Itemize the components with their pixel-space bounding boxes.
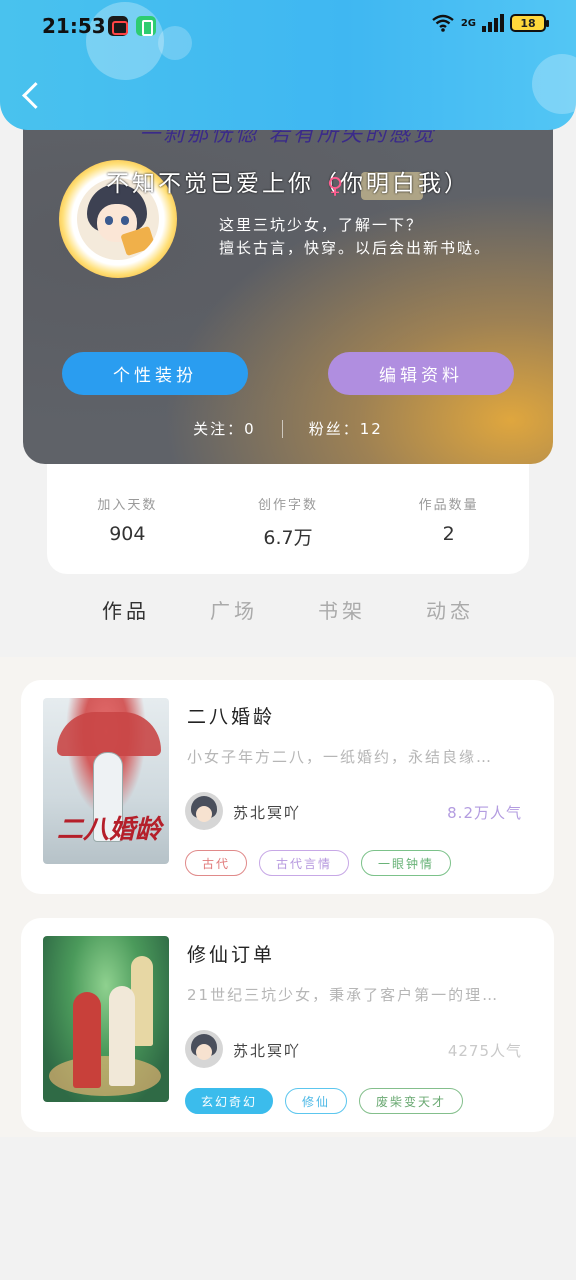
stat-value: 2 xyxy=(442,523,455,545)
book-description: 小女子年方二八，一纸婚约，永结良缘… xyxy=(187,748,494,766)
stat-work-count: 作品数量 2 xyxy=(389,494,509,574)
profile-bio: 这里三坑少女，了解一下？ 擅长古言，快穿。以后会出新书哒。 xyxy=(219,214,491,260)
book-popularity: 4275人气 xyxy=(447,1042,522,1060)
book-cover[interactable] xyxy=(43,936,169,1102)
status-indicators: 2G 18 xyxy=(431,14,549,32)
stat-join-days: 加入天数 904 xyxy=(67,494,187,574)
following-count[interactable]: 关注：0 xyxy=(193,418,256,439)
app-notification-icon xyxy=(136,16,156,36)
female-icon: ♀ xyxy=(327,174,344,199)
follow-stats: 关注：0 粉丝：12 xyxy=(23,418,553,439)
book-tag[interactable]: 修仙 xyxy=(285,1088,347,1114)
author-avatar[interactable] xyxy=(185,1030,223,1068)
book-tag[interactable]: 废柴变天才 xyxy=(359,1088,463,1114)
stat-label: 作品数量 xyxy=(418,498,479,513)
network-type: 2G xyxy=(460,17,476,29)
back-icon[interactable] xyxy=(20,78,44,112)
book-cover[interactable]: 二八婚龄 xyxy=(43,698,169,864)
stat-label: 创作字数 xyxy=(257,498,318,513)
book-tag[interactable]: 古代 xyxy=(185,850,247,876)
book-card[interactable]: 修仙订单 21世纪三坑少女，秉承了客户第一的理… 苏北冥吖 4275人气 玄幻奇… xyxy=(21,918,554,1132)
book-popularity: 8.2万人气 xyxy=(447,804,522,822)
decor-bubble xyxy=(158,26,192,60)
book-description: 21世纪三坑少女，秉承了客户第一的理… xyxy=(187,986,500,1004)
tab-square[interactable]: 广场 xyxy=(210,595,258,657)
book-tag[interactable]: 古代言情 xyxy=(259,850,349,876)
author-name[interactable]: 苏北冥吖 xyxy=(233,1040,301,1061)
stat-value: 6.7万 xyxy=(263,527,313,549)
profile-card: 一刹那恍惚 若有所失的感觉 不知不觉已爱上你（你明白我） ♀ 这里三坑少女，了解… xyxy=(23,100,553,464)
cover-title: 二八婚龄 xyxy=(57,815,162,845)
dress-up-button[interactable]: 个性装扮 xyxy=(62,352,248,395)
book-tag[interactable]: 一眼钟情 xyxy=(361,850,451,876)
author-name[interactable]: 苏北冥吖 xyxy=(233,802,301,823)
wifi-icon xyxy=(431,14,455,32)
fans-count[interactable]: 粉丝：12 xyxy=(309,418,383,439)
bio-line: 擅长古言，快穿。以后会出新书哒。 xyxy=(219,239,492,257)
status-time: 21:53 xyxy=(42,14,106,38)
author-avatar[interactable] xyxy=(185,792,223,830)
book-tag[interactable]: 玄幻奇幻 xyxy=(185,1088,273,1114)
battery-level: 18 xyxy=(520,16,536,30)
battery-icon: 18 xyxy=(510,14,549,32)
tab-works[interactable]: 作品 xyxy=(100,595,150,685)
signal-icon xyxy=(482,14,504,32)
book-title[interactable]: 二八婚龄 xyxy=(187,702,275,729)
edit-profile-button[interactable]: 编辑资料 xyxy=(328,352,514,395)
decor-bubble xyxy=(532,54,576,114)
stat-label: 加入天数 xyxy=(97,498,158,513)
tab-bar: 作品 广场 书架 动态 xyxy=(0,575,576,685)
profile-nickname: 不知不觉已爱上你（你明白我） xyxy=(106,171,470,197)
bio-line: 这里三坑少女，了解一下？ xyxy=(219,216,424,234)
tab-bookshelf[interactable]: 书架 xyxy=(318,595,366,657)
divider xyxy=(281,419,283,438)
book-card[interactable]: 二八婚龄 二八婚龄 小女子年方二八，一纸婚约，永结良缘… 苏北冥吖 8.2万人气… xyxy=(21,680,554,894)
stat-value: 904 xyxy=(109,523,146,545)
top-header: 21:53 2G 18 xyxy=(0,0,576,130)
book-title[interactable]: 修仙订单 xyxy=(187,940,275,967)
stat-word-count: 创作字数 6.7万 xyxy=(228,494,348,574)
app-notification-icon xyxy=(108,16,128,36)
tab-activity[interactable]: 动态 xyxy=(426,595,474,657)
